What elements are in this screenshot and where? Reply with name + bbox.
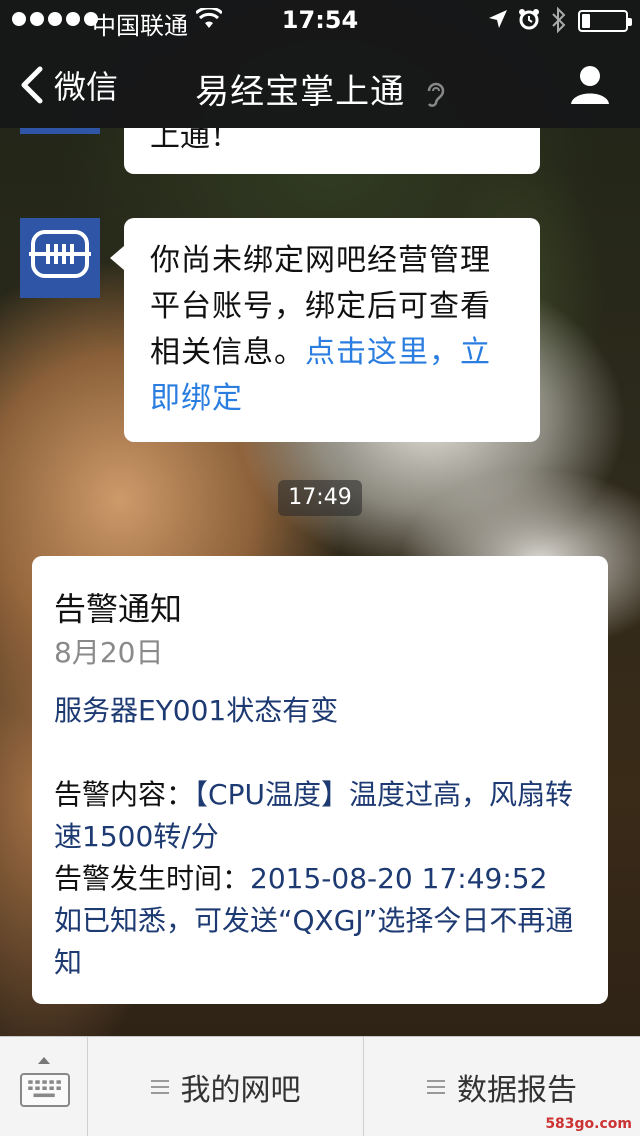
- earpiece-mode-icon: [427, 82, 445, 107]
- avatar[interactable]: [20, 128, 100, 134]
- alert-notification-card[interactable]: 告警通知 8月20日 服务器EY001状态有变 告警内容：【CPU温度】温度过高…: [32, 556, 608, 1004]
- status-bar: 中国联通 17:54: [0, 0, 640, 40]
- card-footer: 如已知悉，可发送“QXGJ”选择今日不再通知: [54, 904, 574, 979]
- official-account-logo-icon: [29, 230, 91, 278]
- card-content-row: 告警内容：【CPU温度】温度过高，风扇转速1500转/分: [54, 774, 586, 858]
- chat-title: 易经宝掌上通: [195, 72, 406, 112]
- profile-icon[interactable]: [570, 64, 610, 104]
- status-time: 17:54: [281, 6, 359, 34]
- menu-label: 我的网吧: [180, 1073, 301, 1108]
- caret-up-icon: [38, 1057, 50, 1064]
- card-content-label: 告警内容：: [54, 778, 195, 811]
- menu-lines-icon: [427, 1080, 445, 1094]
- battery-level: [582, 14, 590, 28]
- location-icon: [489, 10, 507, 28]
- alarm-icon: [519, 9, 539, 30]
- chat-title-wrap: 易经宝掌上通: [0, 64, 640, 113]
- message-bubble-partial[interactable]: 上通！: [124, 128, 540, 174]
- card-time-label: 告警发生时间：: [54, 862, 251, 895]
- message-bubble[interactable]: 你尚未绑定网吧经营管理平台账号，绑定后可查看相关信息。点击这里，立即绑定: [110, 218, 540, 442]
- message-text: 上通！: [150, 128, 240, 154]
- card-title: 告警通知: [54, 590, 183, 628]
- menu-lines-icon: [150, 1080, 169, 1094]
- card-headline: 服务器EY001状态有变: [54, 694, 339, 727]
- card-time-value: 2015-08-20 17:49:52: [250, 862, 548, 895]
- top-bar: 中国联通 17:54 微信 易经宝掌上通: [0, 0, 640, 128]
- battery-icon: [578, 10, 632, 32]
- card-date: 8月20日: [54, 636, 164, 669]
- card-time-row: 告警发生时间：2015-08-20 17:49:52: [54, 858, 586, 900]
- keyboard-icon: [20, 1073, 70, 1107]
- chat-area[interactable]: 上通！ 你尚未绑定网吧经营管理平台账号，绑定后可查看相关信息。点击这里，立即绑定…: [0, 128, 640, 1036]
- menu-my-netcafe-button[interactable]: 我的网吧: [88, 1037, 364, 1136]
- watermark: 583go.com: [545, 1116, 632, 1132]
- bluetooth-icon: [552, 7, 566, 33]
- keyboard-toggle-button[interactable]: [0, 1037, 88, 1136]
- bottom-menu-bar: 我的网吧 数据报告 583go.com: [0, 1036, 640, 1136]
- menu-label: 数据报告: [457, 1073, 577, 1108]
- nav-bar: 微信 易经宝掌上通: [0, 40, 640, 128]
- message-timestamp: 17:49: [278, 480, 362, 516]
- avatar[interactable]: [20, 218, 100, 298]
